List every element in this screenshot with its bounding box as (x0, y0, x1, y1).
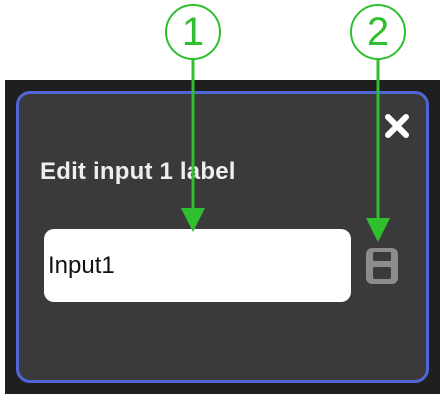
label-input[interactable] (44, 229, 351, 302)
close-button[interactable] (382, 111, 412, 141)
screenshot-stage: Edit input 1 label 1 2 (0, 0, 440, 394)
callout-1-badge: 1 (165, 4, 221, 60)
callout-2-badge: 2 (350, 4, 406, 60)
close-icon (385, 114, 409, 138)
save-icon (366, 248, 398, 284)
edit-label-dialog: Edit input 1 label (16, 91, 429, 383)
save-button[interactable] (365, 247, 399, 285)
dialog-title: Edit input 1 label (40, 158, 236, 185)
